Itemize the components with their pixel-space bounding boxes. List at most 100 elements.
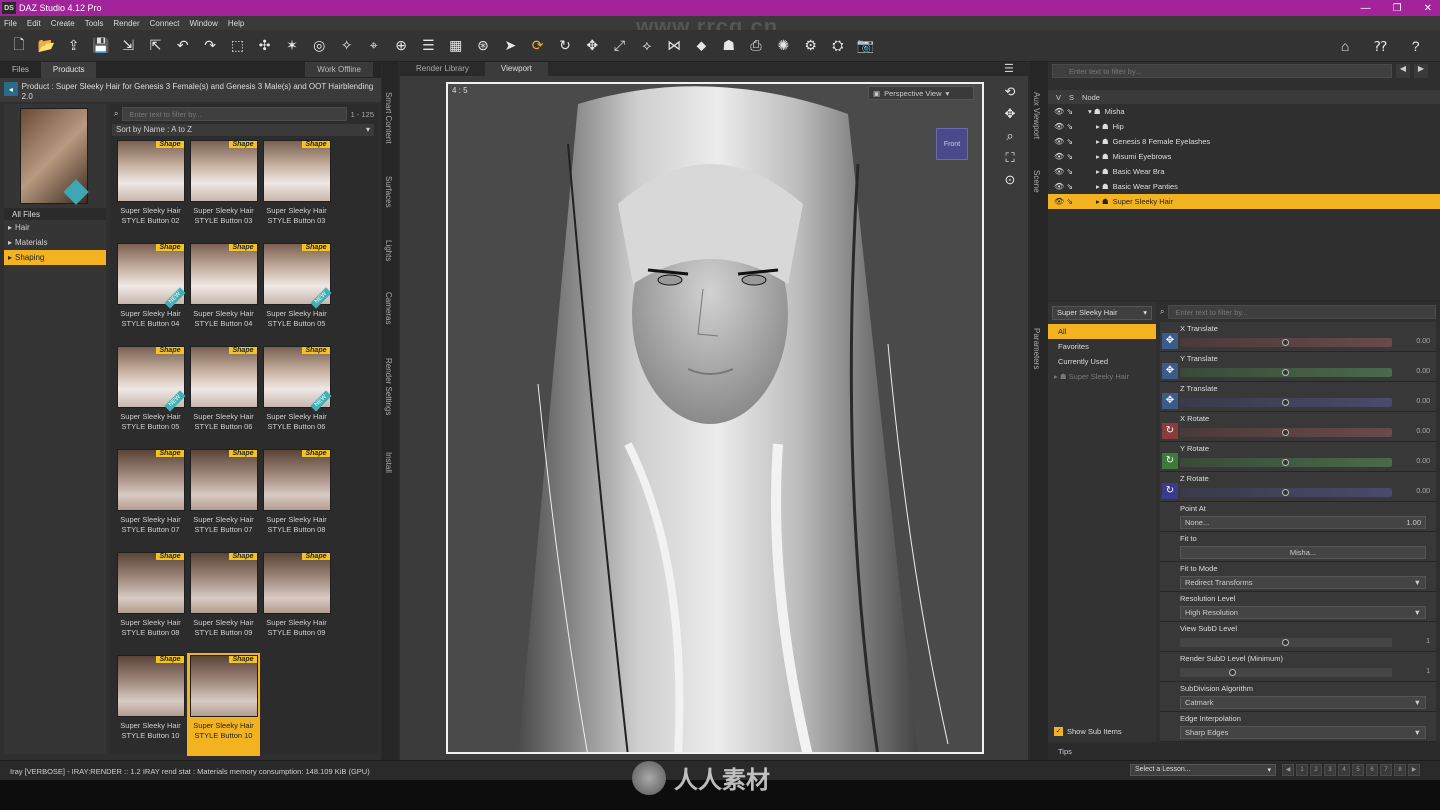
visibility-eye-icon[interactable]: 👁 ⇘ bbox=[1054, 152, 1080, 161]
expand-arrow-icon[interactable]: ▸ ☗ bbox=[1096, 197, 1109, 206]
minimize-button[interactable]: — bbox=[1361, 3, 1371, 14]
slider-knob[interactable] bbox=[1282, 339, 1289, 346]
property-slider[interactable] bbox=[1180, 368, 1392, 377]
asset-tile[interactable]: Shape Super Sleeky Hair STYLE Button 10 bbox=[114, 653, 187, 756]
view-selector[interactable]: ▣ Perspective View ▾ bbox=[868, 86, 974, 100]
open-icon[interactable]: 📂 bbox=[35, 35, 57, 57]
group-currently-used[interactable]: Currently Used bbox=[1048, 354, 1156, 369]
property-field[interactable]: None... 1.00 bbox=[1180, 516, 1426, 529]
universal-tool-icon[interactable]: ✣ bbox=[254, 35, 276, 57]
pager-button[interactable]: 3 bbox=[1324, 764, 1336, 776]
region-nav-icon[interactable]: ⌖ bbox=[363, 35, 385, 57]
category-shaping[interactable]: ▸ Shaping bbox=[4, 250, 106, 265]
category-hair[interactable]: ▸ Hair bbox=[4, 220, 106, 235]
power-pose-icon[interactable]: ✧ bbox=[336, 35, 358, 57]
camera-add-icon[interactable]: ⎙ bbox=[745, 35, 767, 57]
visibility-eye-icon[interactable]: 👁 ⇘ bbox=[1054, 122, 1080, 131]
new-scene-icon[interactable]: 🗋 bbox=[8, 35, 30, 57]
help-icon[interactable]: ? bbox=[1405, 35, 1427, 57]
menu-file[interactable]: File bbox=[4, 19, 17, 28]
pager-button[interactable]: 4 bbox=[1338, 764, 1350, 776]
property-slider[interactable] bbox=[1180, 398, 1392, 407]
slider-knob[interactable] bbox=[1229, 669, 1236, 676]
save-icon[interactable]: 💾 bbox=[90, 35, 112, 57]
scene-node[interactable]: 👁 ⇘ ▸ ☗ Misumi Eyebrows bbox=[1048, 149, 1440, 164]
scene-node[interactable]: 👁 ⇘ ▸ ☗ Basic Wear Panties bbox=[1048, 179, 1440, 194]
asset-tile[interactable]: Shape Super Sleeky Hair STYLE Button 03 bbox=[260, 138, 333, 241]
tab-cameras[interactable]: Cameras bbox=[384, 292, 393, 324]
menu-connect[interactable]: Connect bbox=[150, 19, 180, 28]
close-button[interactable]: ✕ bbox=[1424, 3, 1432, 14]
transform-icon[interactable]: ⊕ bbox=[390, 35, 412, 57]
show-sub-items-checkbox[interactable]: ✓ Show Sub Items bbox=[1054, 727, 1122, 736]
visibility-eye-icon[interactable]: 👁 ⇘ bbox=[1054, 197, 1080, 206]
property-field[interactable]: High Resolution ▼ bbox=[1180, 606, 1426, 619]
asset-tile[interactable]: Shape Super Sleeky Hair STYLE Button 03 bbox=[187, 138, 260, 241]
pager-button[interactable]: ▶ bbox=[1408, 764, 1420, 776]
active-pose-icon[interactable]: ◎ bbox=[308, 35, 330, 57]
ds-home-icon[interactable]: ⌂ bbox=[1334, 35, 1356, 57]
expand-arrow-icon[interactable]: ▸ ☗ bbox=[1096, 122, 1109, 131]
zoom-icon[interactable]: ⌕ bbox=[1006, 128, 1013, 144]
scene-node[interactable]: 👁 ⇘ ▸ ☗ Genesis 8 Female Eyelashes bbox=[1048, 134, 1440, 149]
move-target-icon[interactable]: ⊛ bbox=[472, 35, 494, 57]
slider-knob[interactable] bbox=[1282, 459, 1289, 466]
reset-view-icon[interactable]: ⊙ bbox=[1005, 172, 1016, 188]
maximize-button[interactable]: ❐ bbox=[1393, 3, 1402, 14]
scene-node[interactable]: 👁 ⇘ ▸ ☗ Hip bbox=[1048, 119, 1440, 134]
slider-knob[interactable] bbox=[1282, 399, 1289, 406]
scale-icon[interactable]: ⤢ bbox=[609, 35, 631, 57]
slider-knob[interactable] bbox=[1282, 639, 1289, 646]
expand-arrow-icon[interactable]: ▾ ☗ bbox=[1088, 107, 1101, 116]
asset-tile[interactable]: Shape Super Sleeky Hair STYLE Button 04 bbox=[187, 241, 260, 344]
expand-arrow-icon[interactable]: ▸ ☗ bbox=[1096, 182, 1109, 191]
menu-window[interactable]: Window bbox=[189, 19, 217, 28]
pan-icon[interactable]: ✥ bbox=[1005, 106, 1016, 122]
expand-arrow-icon[interactable]: ▸ ☗ bbox=[1096, 152, 1109, 161]
rotate-active-icon[interactable]: ⟳ bbox=[527, 35, 549, 57]
orbit-icon[interactable]: ⟲ bbox=[1005, 84, 1016, 100]
prev-arrow-icon[interactable]: ◀ bbox=[1396, 64, 1410, 78]
asset-tile[interactable]: Shape Super Sleeky Hair STYLE Button 09 bbox=[260, 550, 333, 653]
spot-render-icon[interactable]: ⬥ bbox=[690, 35, 712, 57]
asset-tile[interactable]: Shape Super Sleeky Hair STYLE Button 07 bbox=[114, 447, 187, 550]
property-field[interactable]: Redirect Transforms ▼ bbox=[1180, 576, 1426, 589]
view-cube[interactable]: Front bbox=[936, 128, 968, 160]
tab-render-library[interactable]: Render Library bbox=[400, 62, 485, 76]
group-all[interactable]: All bbox=[1048, 324, 1156, 339]
tab-parameters[interactable]: Parameters bbox=[1032, 328, 1041, 369]
asset-tile[interactable]: Shape Super Sleeky Hair STYLE Button 10 bbox=[187, 653, 260, 756]
scene-filter-input[interactable]: Enter text to filter by... bbox=[1052, 64, 1392, 78]
export-icon[interactable]: ⇱ bbox=[144, 35, 166, 57]
align-icon[interactable]: ☰ bbox=[417, 35, 439, 57]
slider-knob[interactable] bbox=[1282, 489, 1289, 496]
product-thumbnail[interactable] bbox=[20, 108, 89, 205]
sort-dropdown[interactable]: Sort by Name : A to Z ▾ bbox=[112, 124, 374, 136]
property-field[interactable]: Catmark ▼ bbox=[1180, 696, 1426, 709]
tab-install[interactable]: Install bbox=[384, 452, 393, 473]
render-icon[interactable]: ⛭ bbox=[827, 35, 849, 57]
asset-tile[interactable]: Shape NEW Super Sleeky Hair STYLE Button 0… bbox=[260, 344, 333, 447]
scene-node[interactable]: 👁 ⇘ ▸ ☗ Super Sleeky Hair bbox=[1048, 194, 1440, 209]
import-icon[interactable]: ⇲ bbox=[117, 35, 139, 57]
visibility-eye-icon[interactable]: 👁 ⇘ bbox=[1054, 182, 1080, 191]
visibility-eye-icon[interactable]: 👁 ⇘ bbox=[1054, 137, 1080, 146]
property-value[interactable]: 0.00 bbox=[1416, 368, 1430, 375]
property-slider[interactable] bbox=[1180, 338, 1392, 347]
property-value[interactable]: 0.00 bbox=[1416, 398, 1430, 405]
joint-editor-icon[interactable]: ✶ bbox=[281, 35, 303, 57]
asset-tile[interactable]: Shape Super Sleeky Hair STYLE Button 08 bbox=[260, 447, 333, 550]
pager-button[interactable]: 5 bbox=[1352, 764, 1364, 776]
asset-tile[interactable]: Shape Super Sleeky Hair STYLE Button 07 bbox=[187, 447, 260, 550]
light-icon[interactable]: ✺ bbox=[772, 35, 794, 57]
property-value[interactable]: 1 bbox=[1426, 638, 1430, 645]
menu-create[interactable]: Create bbox=[51, 19, 75, 28]
expand-arrow-icon[interactable]: ▸ ☗ bbox=[1096, 137, 1109, 146]
pager-button[interactable]: 1 bbox=[1296, 764, 1308, 776]
work-offline-button[interactable]: Work Offline bbox=[305, 62, 373, 77]
visibility-eye-icon[interactable]: 👁 ⇘ bbox=[1054, 107, 1080, 116]
property-value[interactable]: 0.00 bbox=[1416, 338, 1430, 345]
render-settings-icon[interactable]: ⚙ bbox=[800, 35, 822, 57]
tab-surfaces[interactable]: Surfaces bbox=[384, 176, 393, 208]
asset-tile[interactable]: Shape Super Sleeky Hair STYLE Button 06 bbox=[187, 344, 260, 447]
